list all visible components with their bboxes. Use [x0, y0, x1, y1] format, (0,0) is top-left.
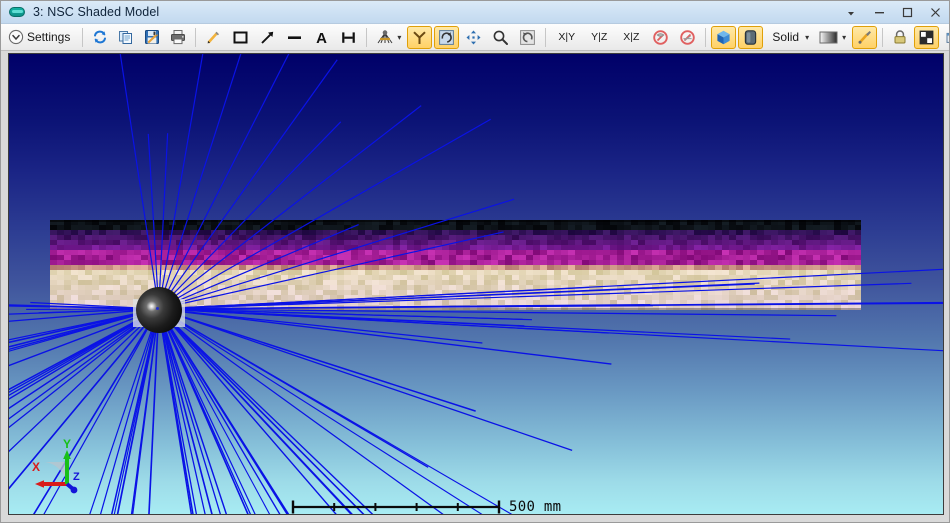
window-button[interactable]	[941, 26, 949, 49]
toolbar-separator	[545, 28, 546, 47]
view-plane-xy-label: X|Y	[555, 31, 578, 43]
toolbar-separator	[82, 28, 83, 47]
window-controls	[837, 1, 949, 24]
close-button[interactable]	[921, 1, 949, 24]
axis-triad: X Y Z	[23, 436, 85, 494]
settings-label: Settings	[24, 30, 73, 44]
minimize-button[interactable]	[865, 1, 893, 24]
lock-button[interactable]	[888, 26, 912, 49]
light-source-sphere	[136, 287, 182, 333]
copy-button[interactable]	[114, 26, 138, 49]
zoom-button[interactable]	[488, 26, 513, 49]
perspective-button[interactable]	[407, 26, 432, 49]
ray-bundle	[9, 54, 943, 514]
refresh-button[interactable]	[88, 26, 112, 49]
svg-text:A: A	[316, 30, 327, 46]
rays-button[interactable]: ▾	[372, 26, 405, 49]
shaded-model-button[interactable]	[738, 26, 763, 49]
save-button[interactable]	[140, 26, 164, 49]
scale-bar-label: 500 mm	[509, 500, 561, 514]
reset-view-button[interactable]	[515, 26, 540, 49]
fill-style-button[interactable]: ▾	[815, 26, 850, 49]
draw-rectangle-button[interactable]	[228, 26, 253, 49]
pan-button[interactable]	[461, 26, 486, 49]
grid-button[interactable]	[914, 26, 939, 49]
hide-lens-button[interactable]	[648, 26, 673, 49]
solid-dropdown[interactable]: Solid ▾	[765, 26, 813, 49]
solid-model-button[interactable]	[711, 26, 736, 49]
nsc-shaded-model-window: 3: NSC Shaded Model Settings	[0, 0, 950, 523]
chevron-down-icon[interactable]: ▾	[805, 33, 809, 42]
solid-label: Solid	[769, 30, 802, 44]
title-bar: 3: NSC Shaded Model	[1, 1, 949, 24]
chevron-down-icon[interactable]: ▾	[397, 33, 401, 42]
window-title: 3: NSC Shaded Model	[33, 5, 159, 19]
toolbar-separator	[366, 28, 367, 47]
view-plane-xz-label: X|Z	[620, 31, 642, 43]
hide-rays-button[interactable]	[675, 26, 700, 49]
add-text-button[interactable]: A	[309, 26, 334, 49]
annotate-pencil-button[interactable]	[201, 26, 226, 49]
model-viewport[interactable]: X Y Z 500 mm	[8, 53, 944, 515]
view-plane-yz-label: Y|Z	[588, 31, 610, 43]
sphere-center-marker	[156, 307, 159, 310]
sphere-body	[136, 287, 182, 333]
settings-button[interactable]: Settings	[4, 26, 77, 49]
print-button[interactable]	[166, 26, 190, 49]
toolbar-separator	[195, 28, 196, 47]
cylinder-icon	[8, 5, 26, 19]
main-toolbar: Settings	[1, 24, 949, 51]
scale-bar: 500 mm	[290, 494, 561, 515]
rotate-button[interactable]	[434, 26, 459, 49]
dropdown-arrow-icon[interactable]	[837, 1, 865, 24]
view-plane-xy[interactable]: X|Y	[551, 26, 582, 49]
maximize-button[interactable]	[893, 1, 921, 24]
view-plane-xz[interactable]: X|Z	[616, 26, 646, 49]
draw-arrow-button[interactable]	[255, 26, 280, 49]
brightness-button[interactable]	[852, 26, 877, 49]
toolbar-separator	[705, 28, 706, 47]
dimension-button[interactable]	[336, 26, 361, 49]
chevron-down-icon[interactable]: ▾	[842, 33, 846, 42]
axis-x-label: X	[32, 460, 40, 474]
axis-y-label: Y	[63, 437, 71, 451]
draw-line-button[interactable]	[282, 26, 307, 49]
axis-z-label: Z	[73, 471, 80, 483]
toolbar-separator	[882, 28, 883, 47]
view-plane-yz[interactable]: Y|Z	[584, 26, 614, 49]
